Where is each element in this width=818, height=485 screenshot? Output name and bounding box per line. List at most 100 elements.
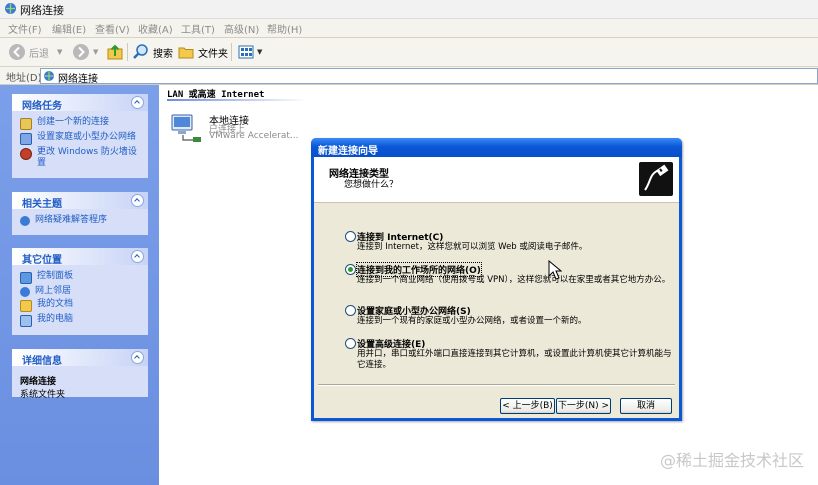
local-area-connection-item[interactable]: 本地连接 已连接上 VMware Accelerat... — [169, 109, 309, 149]
window-title: 网络连接 — [20, 4, 64, 17]
wizard-separator — [318, 384, 675, 386]
up-folder-button[interactable] — [106, 42, 124, 62]
lan-device: VMware Accelerat... — [209, 131, 299, 141]
network-connections-icon — [44, 71, 54, 81]
menu-help[interactable]: 帮助(H) — [267, 21, 302, 36]
mouse-cursor-icon — [548, 260, 562, 280]
address-value: 网络连接 — [58, 74, 98, 85]
address-input[interactable]: 网络连接 — [40, 68, 818, 85]
link-label: 网上邻居 — [35, 286, 72, 296]
wizard-body: 网络连接类型 您想做什么？ 连接到 Internet(C) 连接到 Intern… — [314, 157, 679, 418]
wizard-header: 网络连接类型 您想做什么？ — [314, 157, 679, 203]
back-step-button[interactable]: < 上一步(B) — [500, 398, 555, 414]
back-dropdown-icon[interactable]: ▼ — [57, 48, 62, 56]
forward-dropdown-icon[interactable]: ▼ — [93, 48, 98, 56]
search-button[interactable]: 搜索 — [132, 42, 173, 62]
menu-view[interactable]: 查看(V) — [95, 21, 130, 36]
link-label: 设置家庭或小型办公网络 — [37, 132, 137, 142]
option-description: 连接到一个现有的家庭或小型办公网络，或者设置一个新的。 — [357, 316, 587, 326]
control-panel-icon — [20, 272, 32, 284]
link-label: 更改 Windows 防火墙设置 — [37, 147, 137, 168]
menu-file[interactable]: 文件(F) — [8, 21, 42, 36]
new-connection-wizard-dialog: 新建连接向导 网络连接类型 您想做什么？ 连接到 Internet(C) 连接到… — [311, 138, 682, 421]
related-topics-header[interactable]: 相关主题 — [12, 192, 148, 210]
next-step-button[interactable]: 下一步(N) > — [556, 398, 611, 414]
link-label: 控制面板 — [37, 271, 74, 281]
forward-button[interactable]: ▼ — [72, 42, 98, 62]
title-bar: 网络连接 — [0, 0, 818, 19]
help-icon — [20, 216, 30, 226]
radio-button[interactable] — [345, 338, 356, 349]
details-header[interactable]: 详细信息 — [12, 349, 148, 367]
link-label: 创建一个新的连接 — [37, 117, 110, 127]
option-description: 连接到一个商业网络（使用拨号或 VPN），这样您就可以在家里或者其它地方办公。 — [357, 275, 671, 285]
home-network-icon — [20, 133, 32, 145]
section-divider — [167, 99, 307, 101]
control-panel-link[interactable]: 控制面板 — [20, 271, 142, 284]
back-arrow-icon — [9, 44, 25, 60]
network-connections-icon — [5, 3, 16, 14]
collapse-chevron-icon[interactable] — [131, 250, 144, 263]
toolbar-separator — [231, 43, 232, 61]
new-connection-icon — [20, 118, 32, 130]
views-button[interactable]: ▼ — [237, 42, 262, 62]
my-computer-icon — [20, 315, 32, 327]
collapse-chevron-icon[interactable] — [131, 96, 144, 109]
back-label: 后退 — [29, 48, 49, 60]
details-name: 网络连接 — [20, 377, 57, 387]
setup-home-network-link[interactable]: 设置家庭或小型办公网络 — [20, 132, 142, 145]
radio-button[interactable] — [345, 305, 356, 316]
option-description: 用并口，串口或红外端口直接连接到其它计算机，或设置此计算机使其它计算机能与它连接… — [357, 349, 672, 370]
folders-icon — [178, 47, 194, 59]
collapse-chevron-icon[interactable] — [131, 194, 144, 207]
search-icon — [133, 44, 148, 59]
watermark: @稀土掘金技术社区 — [659, 451, 804, 470]
menu-tools[interactable]: 工具(T) — [181, 21, 215, 36]
menu-bar: 文件(F) 编辑(E) 查看(V) 收藏(A) 工具(T) 高级(N) 帮助(H… — [0, 19, 818, 38]
panel-title: 其它位置 — [22, 255, 62, 266]
task-pane: 网络任务 创建一个新的连接 设置家庭或小型办公网络 更改 Windows 防火墙… — [0, 85, 159, 485]
folders-button[interactable]: 文件夹 — [177, 42, 228, 62]
network-troubleshooter-link[interactable]: 网络疑难解答程序 — [20, 215, 142, 226]
back-button[interactable]: 后退 ▼ — [8, 42, 62, 62]
my-documents-link[interactable]: 我的文档 — [20, 299, 142, 312]
details-type: 系统文件夹 — [20, 390, 66, 400]
address-label: 地址(D) — [6, 73, 42, 84]
menu-advanced[interactable]: 高级(N) — [224, 21, 259, 36]
views-dropdown-icon[interactable]: ▼ — [257, 48, 262, 56]
toolbar-separator — [127, 43, 128, 61]
other-places-panel: 其它位置 控制面板 网上邻居 我的文档 我的电脑 — [12, 248, 148, 335]
other-places-header[interactable]: 其它位置 — [12, 248, 148, 266]
forward-arrow-icon — [73, 44, 89, 60]
address-bar: 地址(D) 网络连接 — [0, 67, 818, 85]
details-panel: 详细信息 网络连接 系统文件夹 — [12, 349, 148, 400]
network-tasks-panel: 网络任务 创建一个新的连接 设置家庭或小型办公网络 更改 Windows 防火墙… — [12, 94, 148, 178]
my-documents-icon — [20, 300, 32, 312]
menu-favorites[interactable]: 收藏(A) — [138, 21, 173, 36]
toolbar: 后退 ▼ ▼ 搜索 文件夹 ▼ — [0, 38, 818, 67]
panel-title: 详细信息 — [22, 356, 62, 367]
cancel-button[interactable]: 取消 — [620, 398, 672, 414]
network-cable-icon — [639, 162, 673, 196]
menu-edit[interactable]: 编辑(E) — [52, 21, 86, 36]
link-label: 我的文档 — [37, 299, 74, 309]
my-computer-link[interactable]: 我的电脑 — [20, 314, 142, 327]
wizard-title: 新建连接向导 — [318, 146, 378, 157]
panel-title: 相关主题 — [22, 199, 62, 210]
folders-label: 文件夹 — [198, 48, 228, 60]
up-folder-icon — [107, 44, 123, 60]
create-new-connection-link[interactable]: 创建一个新的连接 — [20, 117, 142, 130]
link-label: 网络疑难解答程序 — [35, 215, 108, 225]
views-icon — [238, 45, 254, 59]
wizard-title-bar[interactable]: 新建连接向导 — [311, 138, 682, 157]
collapse-chevron-icon[interactable] — [131, 351, 144, 364]
network-tasks-header[interactable]: 网络任务 — [12, 94, 148, 112]
radio-button-selected[interactable] — [345, 264, 356, 275]
lan-connection-icon — [171, 114, 201, 142]
wizard-subheading: 您想做什么？ — [344, 180, 399, 190]
panel-title: 网络任务 — [22, 101, 62, 112]
firewall-settings-link[interactable]: 更改 Windows 防火墙设置 — [20, 147, 142, 169]
network-places-link[interactable]: 网上邻居 — [20, 286, 142, 297]
network-places-icon — [20, 287, 30, 297]
radio-button[interactable] — [345, 231, 356, 242]
